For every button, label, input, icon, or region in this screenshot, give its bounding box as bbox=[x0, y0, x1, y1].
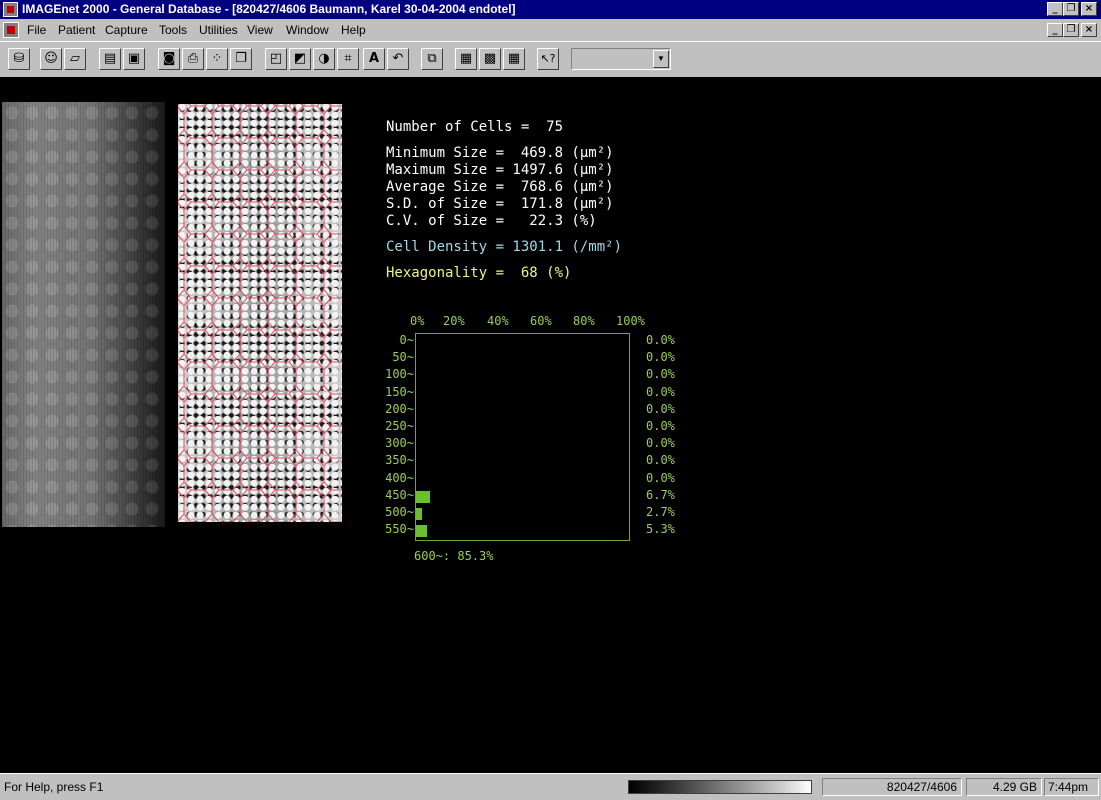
doc-minimize-button[interactable]: _ bbox=[1047, 23, 1063, 37]
layout-4x4-icon[interactable]: ▦ bbox=[503, 48, 525, 70]
toolbar: ⛁ ☺ ▱ ▤ ▣ ◙ ⎙ ⁘ ❐ ◰ ◩ ◑ ⌗ A ↶ ⧉ ▦ ▩ ▦ ↖?… bbox=[0, 41, 1101, 76]
histogram-bin-label: 250~ bbox=[385, 419, 414, 433]
histogram-bin-label: 100~ bbox=[385, 367, 414, 382]
copy-icon[interactable]: ❐ bbox=[230, 48, 252, 70]
toolbar-combo-box[interactable]: ▼ bbox=[571, 48, 671, 70]
chevron-down-icon[interactable]: ▼ bbox=[653, 50, 669, 68]
histogram-bar bbox=[416, 490, 430, 503]
cell-density: Cell Density = 1301.1 (/mm²) bbox=[386, 239, 623, 255]
histogram-bin-label: 300~ bbox=[385, 436, 414, 451]
menu-file[interactable]: File bbox=[27, 23, 46, 37]
menu-help[interactable]: Help bbox=[341, 23, 366, 37]
half-circle-icon[interactable]: ◑ bbox=[313, 48, 335, 70]
histogram-bar bbox=[416, 525, 427, 538]
size-histogram bbox=[415, 333, 630, 541]
histogram-bin-percent: 0.0% bbox=[646, 419, 675, 433]
layout-2x2-icon[interactable]: ▦ bbox=[455, 48, 477, 70]
cell-segmentation-image bbox=[178, 104, 342, 522]
image-display-area[interactable]: Number of Cells = 75 Minimum Size = 469.… bbox=[0, 77, 1101, 773]
histogram-bar bbox=[416, 508, 422, 520]
histogram-bin-label: 400~ bbox=[385, 470, 414, 485]
hexagonality: Hexagonality = 68 (%) bbox=[386, 265, 572, 281]
histogram-bin-percent: 0.0% bbox=[646, 333, 675, 347]
patient-icon[interactable]: ☺ bbox=[40, 48, 62, 70]
histogram-bin-percent: 0.0% bbox=[646, 453, 675, 468]
menu-bar: File Patient Capture Tools Utilities Vie… bbox=[0, 20, 1101, 40]
histogram-bin-label: 0~ bbox=[399, 333, 414, 347]
histogram-bin-label: 500~ bbox=[385, 505, 414, 519]
histogram-bin-percent: 0.0% bbox=[646, 350, 675, 365]
menu-window[interactable]: Window bbox=[286, 23, 329, 37]
doc-restore-button[interactable]: ❐ bbox=[1063, 23, 1079, 37]
histogram-bin-percent: 0.0% bbox=[646, 470, 675, 485]
sd-size: S.D. of Size = 171.8 (μm²) bbox=[386, 196, 614, 212]
app-icon[interactable] bbox=[3, 2, 18, 17]
histogram-bin-percent: 2.7% bbox=[646, 505, 675, 519]
status-help-text: For Help, press F1 bbox=[4, 780, 104, 794]
axis-tick-40: 40% bbox=[487, 314, 509, 328]
save-icon[interactable]: ▣ bbox=[123, 48, 145, 70]
print-icon[interactable]: ⎙ bbox=[182, 48, 204, 70]
axis-tick-100: 100% bbox=[616, 314, 645, 328]
minimize-button[interactable]: _ bbox=[1047, 2, 1063, 16]
status-time: 7:44pm bbox=[1044, 778, 1099, 796]
document-icon[interactable]: ▤ bbox=[99, 48, 121, 70]
menu-capture[interactable]: Capture bbox=[105, 23, 148, 37]
undo-icon[interactable]: ↶ bbox=[387, 48, 409, 70]
database-icon[interactable]: ⛁ bbox=[8, 48, 30, 70]
histogram-bin-percent: 0.0% bbox=[646, 367, 675, 382]
context-help-icon[interactable]: ↖? bbox=[537, 48, 559, 70]
axis-tick-20: 20% bbox=[443, 314, 465, 328]
histogram-bin-percent: 0.0% bbox=[646, 401, 675, 416]
axis-tick-60: 60% bbox=[530, 314, 552, 328]
text-icon[interactable]: A bbox=[363, 48, 385, 70]
contrast-icon[interactable]: ◩ bbox=[289, 48, 311, 70]
menu-utilities[interactable]: Utilities bbox=[199, 23, 238, 37]
histogram-bin-label: 200~ bbox=[385, 401, 414, 416]
restore-button[interactable]: ❐ bbox=[1063, 2, 1079, 16]
histogram-bin-label: 550~ bbox=[385, 522, 414, 537]
number-of-cells: Number of Cells = 75 bbox=[386, 119, 564, 135]
doc-close-button[interactable]: × bbox=[1081, 23, 1097, 37]
title-bar: IMAGEnet 2000 - General Database - [8204… bbox=[0, 0, 1101, 19]
grid-points-icon[interactable]: ⁘ bbox=[206, 48, 228, 70]
grayscale-ramp bbox=[628, 780, 812, 794]
menu-view[interactable]: View bbox=[247, 23, 273, 37]
status-bar: For Help, press F1 820427/4606 4.29 GB 7… bbox=[0, 773, 1101, 800]
status-disk-space: 4.29 GB bbox=[966, 778, 1042, 796]
overlay-icon[interactable]: ◰ bbox=[265, 48, 287, 70]
open-folder-icon[interactable]: ▱ bbox=[64, 48, 86, 70]
average-size: Average Size = 768.6 (μm²) bbox=[386, 179, 614, 195]
histogram-bin-percent: 0.0% bbox=[646, 384, 675, 399]
menu-patient[interactable]: Patient bbox=[58, 23, 95, 37]
maximum-size: Maximum Size = 1497.6 (μm²) bbox=[386, 162, 614, 178]
cv-size: C.V. of Size = 22.3 (%) bbox=[386, 213, 597, 229]
crop-icon[interactable]: ⌗ bbox=[337, 48, 359, 70]
status-patient-id: 820427/4606 bbox=[822, 778, 962, 796]
menu-tools[interactable]: Tools bbox=[159, 23, 187, 37]
cell-boundary-overlay bbox=[178, 104, 342, 522]
histogram-bin-label: 150~ bbox=[385, 384, 414, 399]
window-title: IMAGEnet 2000 - General Database - [8204… bbox=[22, 2, 516, 16]
endothelium-raw-image bbox=[2, 102, 165, 527]
histogram-bin-percent: 6.7% bbox=[646, 487, 675, 502]
windows-icon[interactable]: ⧉ bbox=[421, 48, 443, 70]
histogram-bin-label: 50~ bbox=[392, 350, 414, 365]
close-button[interactable]: × bbox=[1081, 2, 1097, 16]
histogram-overflow-bin: 600~: 85.3% bbox=[414, 549, 494, 563]
histogram-bin-percent: 0.0% bbox=[646, 436, 675, 451]
histogram-bin-label: 350~ bbox=[385, 453, 414, 468]
axis-tick-0: 0% bbox=[410, 314, 425, 328]
layout-3x3-icon[interactable]: ▩ bbox=[479, 48, 501, 70]
minimum-size: Minimum Size = 469.8 (μm²) bbox=[386, 145, 614, 161]
camera-icon[interactable]: ◙ bbox=[158, 48, 180, 70]
histogram-bin-percent: 5.3% bbox=[646, 522, 675, 537]
axis-tick-80: 80% bbox=[573, 314, 595, 328]
histogram-bin-label: 450~ bbox=[385, 487, 414, 502]
document-window-icon[interactable] bbox=[3, 22, 19, 38]
